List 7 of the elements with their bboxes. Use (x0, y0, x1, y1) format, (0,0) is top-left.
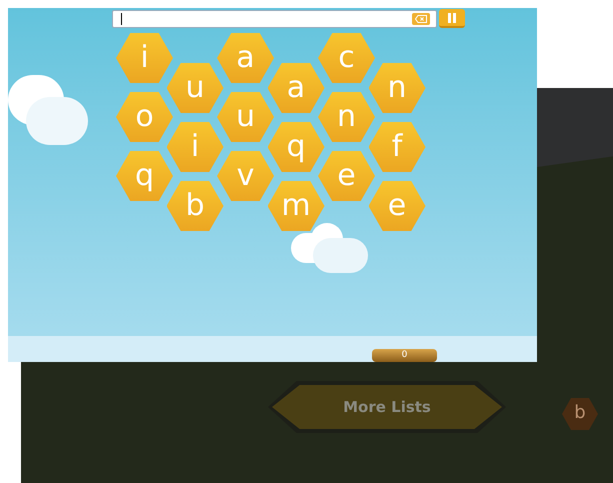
backspace-icon (415, 15, 427, 23)
text-cursor (121, 13, 122, 25)
pause-icon (448, 12, 456, 22)
score-counter: 0 (372, 349, 437, 362)
pause-button[interactable] (439, 9, 465, 28)
answer-field[interactable] (112, 10, 437, 28)
backspace-button[interactable] (412, 13, 430, 25)
